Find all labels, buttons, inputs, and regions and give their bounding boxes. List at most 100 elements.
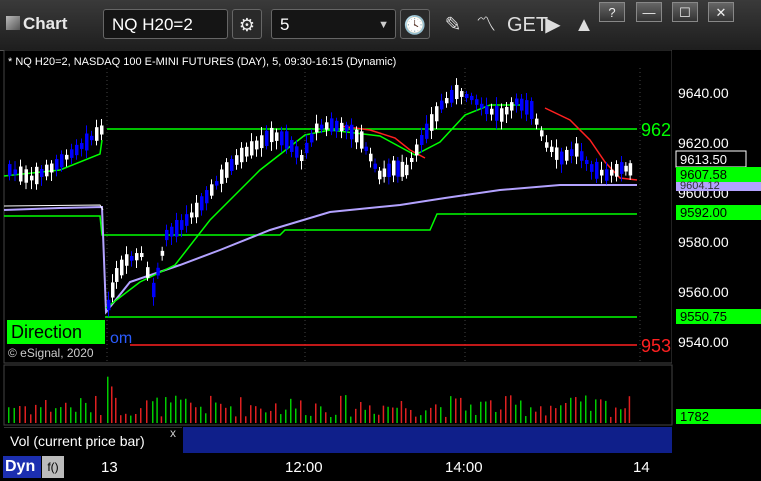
candle-body (265, 130, 269, 146)
candle-body (305, 142, 309, 154)
volume-bar (550, 405, 552, 423)
candle-body (240, 147, 244, 163)
candle-body (445, 98, 449, 104)
chart-header: * NQ H20=2, NASDAQ 100 E-MINI FUTURES (D… (8, 56, 396, 68)
candle-body (115, 268, 119, 282)
volume-bar (396, 407, 398, 423)
volume-bar (8, 407, 10, 423)
volume-bar (540, 406, 542, 423)
candle-body (610, 169, 614, 176)
candle-body (600, 169, 604, 176)
volume-bar (75, 411, 77, 423)
volume-bar (65, 402, 67, 423)
candle-body (335, 120, 339, 132)
studies-icon[interactable]: 〽 (473, 12, 499, 38)
time-axis-label: 14:00 (445, 459, 483, 476)
candle-body (300, 155, 304, 161)
candle-body (275, 132, 279, 141)
volume-bar (95, 395, 97, 423)
candle-body (605, 169, 609, 181)
volume-bar (355, 408, 357, 423)
volume-bar (255, 406, 257, 423)
candle-body (470, 95, 474, 101)
level-9592-tag: 9592.00 (680, 205, 727, 220)
volume-bar (490, 400, 492, 423)
volume-bar (190, 402, 192, 423)
candle-body (415, 144, 419, 156)
volume-bar (475, 414, 477, 423)
settings-gear-icon[interactable]: ⚙ (232, 9, 262, 39)
chart-toolbar: Chart NQ H20=2 ⚙ 5 ▼ 🕓 ✎ 〽 GET ▶ ▲ ? — ☐… (0, 0, 761, 51)
price-chart[interactable]: * NQ H20=2, NASDAQ 100 E-MINI FUTURES (D… (0, 50, 761, 455)
volume-bar (285, 409, 287, 423)
candle-body (70, 149, 74, 158)
candle-body (550, 146, 554, 152)
volume-bar (250, 405, 252, 423)
volume-bar (160, 416, 163, 423)
candle-body (480, 103, 484, 109)
volume-bar (175, 395, 177, 423)
volume-bar (460, 397, 462, 423)
candle-body (140, 252, 144, 258)
candle-body (50, 163, 54, 173)
volume-bar (55, 408, 57, 423)
get-data-icon[interactable]: GET (507, 12, 548, 38)
volume-bar (13, 407, 15, 423)
candle-body (180, 220, 184, 230)
volume-bar (235, 416, 237, 423)
candle-body (595, 161, 599, 179)
candle-body (425, 123, 429, 139)
help-button[interactable]: ? (599, 2, 625, 22)
volume-bar (373, 413, 375, 423)
volume-bar (515, 404, 517, 423)
candle-body (628, 163, 633, 176)
play-icon[interactable]: ▶ (540, 12, 566, 38)
volume-bar (335, 414, 337, 423)
dynamic-mode-button[interactable]: Dyn (3, 456, 41, 478)
volume-bar (480, 401, 482, 423)
volume-bar (205, 413, 207, 423)
volume-bar (580, 401, 582, 423)
volume-bar (305, 415, 307, 423)
interval-combobox[interactable]: 5 ▼ (271, 9, 396, 39)
candle-body (130, 255, 134, 261)
candle-body (510, 102, 514, 111)
candle-body (90, 135, 94, 141)
candle-body (107, 299, 111, 311)
maximize-button[interactable]: ☐ (672, 2, 698, 22)
volume-bar (369, 405, 371, 423)
volume-bar (320, 406, 322, 423)
candle-body (310, 133, 314, 143)
minimize-button[interactable]: — (636, 2, 662, 22)
candle-body (320, 124, 324, 130)
pencil-draw-icon[interactable]: ✎ (440, 12, 466, 38)
volume-bar (170, 402, 172, 423)
volume-bar (152, 401, 154, 423)
candle-body (315, 123, 319, 133)
candle-body (555, 147, 559, 160)
volume-bar (585, 395, 587, 423)
candle-body (85, 133, 89, 151)
close-icon[interactable]: x (170, 426, 176, 440)
function-icon[interactable]: f() (42, 456, 64, 478)
candle-body (285, 131, 289, 149)
volume-bar (425, 410, 427, 423)
volume-bar (364, 409, 366, 423)
last-price-tag: 9613.50 (680, 152, 727, 167)
volume-bar (300, 400, 302, 423)
candle-body (575, 143, 579, 157)
volume-bar (620, 409, 622, 423)
candle-body (245, 146, 249, 157)
volume-bar (525, 416, 527, 423)
candle-body (225, 162, 229, 178)
symbol-combobox[interactable]: NQ H20=2 (103, 9, 228, 39)
volume-bar (520, 400, 522, 423)
triangle-alert-icon[interactable]: ▲ (571, 12, 597, 38)
close-button[interactable]: ✕ (708, 2, 734, 22)
volume-bar (545, 415, 547, 423)
candle-body (24, 169, 28, 183)
candle-body (515, 98, 519, 106)
clock-icon[interactable]: 🕓 (400, 9, 430, 39)
candle-body (535, 118, 539, 125)
candle-body (111, 282, 115, 298)
